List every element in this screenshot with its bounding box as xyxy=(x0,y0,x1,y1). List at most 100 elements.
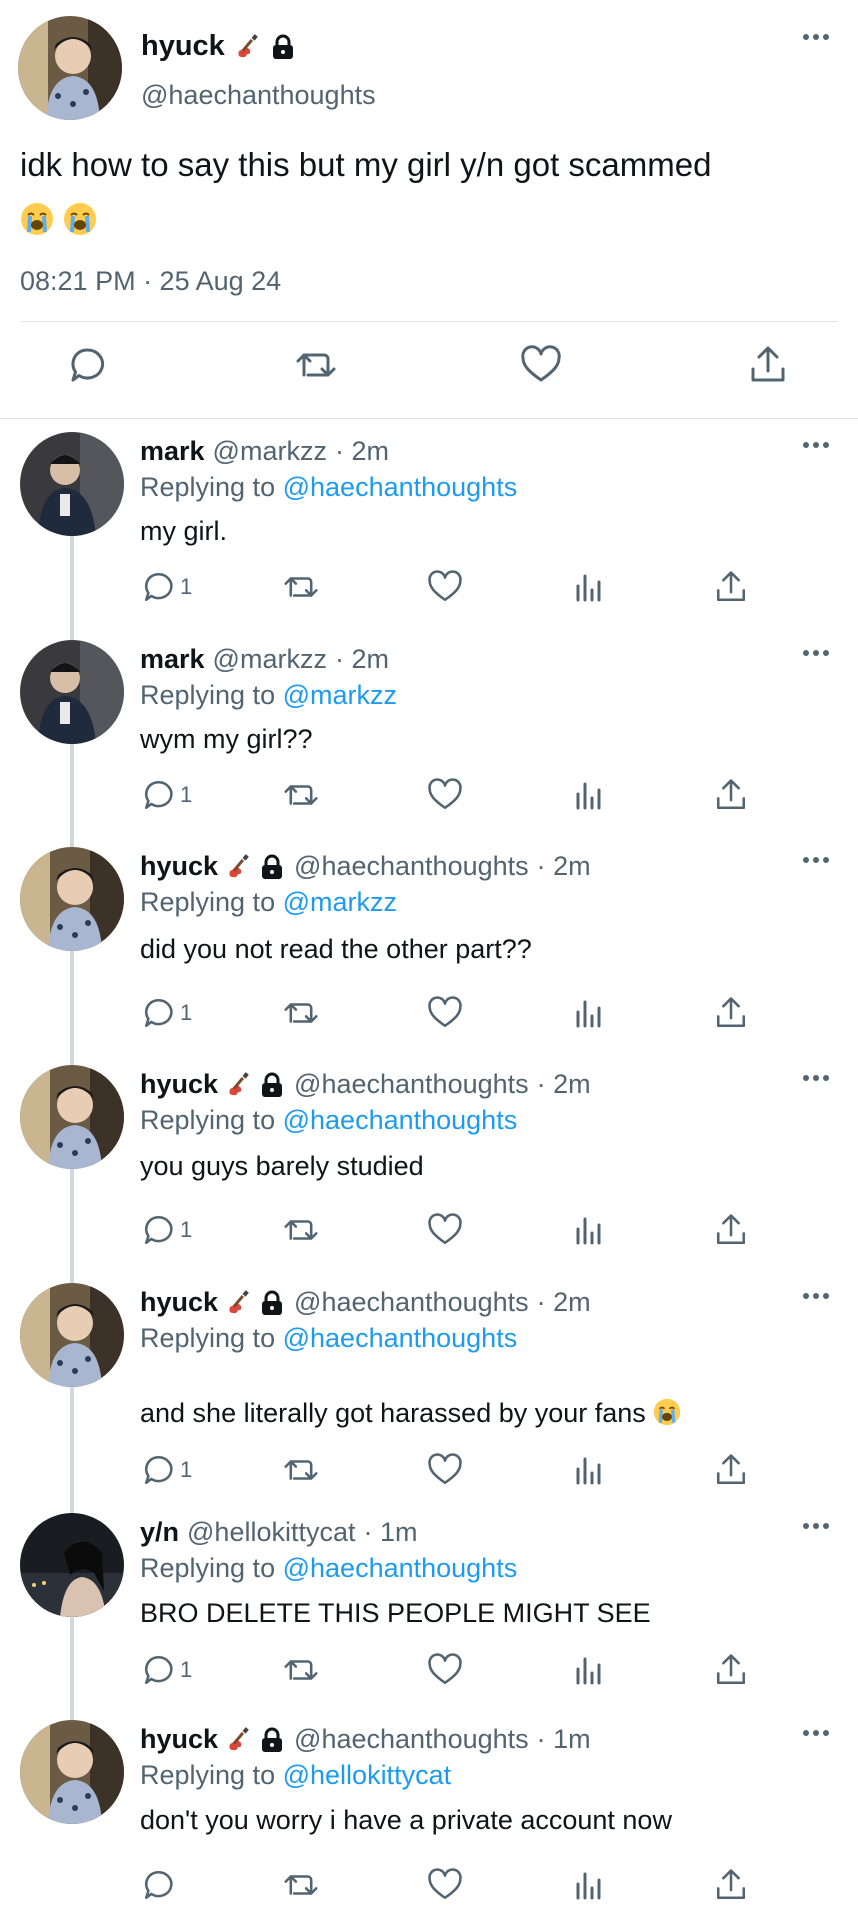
views-icon[interactable] xyxy=(572,1866,604,1904)
views-icon[interactable] xyxy=(572,1211,604,1249)
like-icon[interactable] xyxy=(427,1211,463,1249)
more-options-icon[interactable] xyxy=(802,851,830,869)
like-icon[interactable] xyxy=(427,1651,463,1689)
reply-time[interactable]: · 1m xyxy=(537,1724,591,1755)
reply-time[interactable]: · 2m xyxy=(335,436,389,467)
reply-actions: 1 xyxy=(0,1211,858,1251)
replying-to-mention[interactable]: @haechanthoughts xyxy=(283,472,518,502)
tweet-timestamp[interactable]: 08:21 PM · 25 Aug 24 xyxy=(20,266,281,297)
tweet-text-content: idk how to say this but my girl y/n got … xyxy=(20,146,712,183)
author-name[interactable]: hyuck xyxy=(141,30,297,63)
author-badges xyxy=(224,1071,286,1099)
retweet-icon[interactable] xyxy=(282,568,320,606)
author-handle[interactable]: @haechanthoughts xyxy=(294,1724,529,1755)
author-handle[interactable]: @haechanthoughts xyxy=(294,1069,529,1100)
more-options-icon[interactable] xyxy=(802,1724,830,1742)
author-badges xyxy=(224,1289,286,1317)
avatar[interactable] xyxy=(20,1065,124,1169)
retweet-icon[interactable] xyxy=(282,1866,320,1904)
share-icon[interactable] xyxy=(714,1651,748,1689)
more-options-icon[interactable] xyxy=(802,1287,830,1305)
retweet-icon[interactable] xyxy=(294,345,340,391)
author-name[interactable]: hyuck xyxy=(140,1287,218,1318)
views-icon[interactable] xyxy=(572,1451,604,1489)
avatar[interactable] xyxy=(20,432,124,536)
avatar[interactable] xyxy=(20,1513,124,1617)
retweet-icon[interactable] xyxy=(282,776,320,814)
author-handle[interactable]: @haechanthoughts xyxy=(294,851,529,882)
author-handle[interactable]: @haechanthoughts xyxy=(294,1287,529,1318)
like-icon[interactable] xyxy=(427,1451,463,1489)
share-icon[interactable] xyxy=(714,1451,748,1489)
author-handle[interactable]: @markzz xyxy=(213,436,327,467)
more-options-icon[interactable] xyxy=(802,1517,830,1535)
reply-time[interactable]: · 2m xyxy=(335,644,389,675)
share-icon[interactable] xyxy=(714,568,748,606)
reply-icon[interactable]: 1 xyxy=(142,994,192,1032)
replying-to-mention[interactable]: @haechanthoughts xyxy=(283,1323,518,1353)
author-name[interactable]: hyuck xyxy=(140,1069,218,1100)
reply-icon[interactable]: 1 xyxy=(142,776,192,814)
reply-text-content: wym my girl?? xyxy=(140,724,313,754)
reply-icon[interactable] xyxy=(68,345,114,391)
reply-icon[interactable]: 1 xyxy=(142,1651,192,1689)
avatar[interactable] xyxy=(20,1720,124,1824)
views-icon[interactable] xyxy=(572,776,604,814)
avatar[interactable] xyxy=(18,16,122,120)
reply-icon[interactable]: 1 xyxy=(142,1211,192,1249)
replying-to-mention[interactable]: @markzz xyxy=(283,680,397,710)
like-icon[interactable] xyxy=(520,345,566,391)
share-icon[interactable] xyxy=(714,776,748,814)
reply-time[interactable]: · 2m xyxy=(537,851,591,882)
author-handle[interactable]: @hellokittycat xyxy=(187,1517,355,1548)
replying-to-mention[interactable]: @haechanthoughts xyxy=(283,1105,518,1135)
reply-icon[interactable]: 1 xyxy=(142,568,192,606)
more-options-icon[interactable] xyxy=(802,644,830,662)
author-handle[interactable]: @haechanthoughts xyxy=(141,80,376,111)
retweet-icon[interactable] xyxy=(282,1651,320,1689)
avatar[interactable] xyxy=(20,1283,124,1387)
retweet-icon[interactable] xyxy=(282,1211,320,1249)
reply-text: you guys barely studied xyxy=(140,1151,424,1182)
reply-count: 1 xyxy=(180,782,193,807)
views-icon[interactable] xyxy=(572,1651,604,1689)
like-icon[interactable] xyxy=(427,568,463,606)
author-name[interactable]: hyuck xyxy=(140,1724,218,1755)
reply-header: hyuck @haechanthoughts · 2m xyxy=(140,1287,591,1318)
share-icon[interactable] xyxy=(714,1866,748,1904)
author-handle[interactable]: @markzz xyxy=(213,644,327,675)
more-options-icon[interactable] xyxy=(802,436,830,454)
more-options-icon[interactable] xyxy=(802,1069,830,1087)
replying-to-label: Replying to xyxy=(140,472,276,502)
reply-icon[interactable] xyxy=(142,1866,180,1904)
guitar-icon xyxy=(233,33,261,61)
author-name[interactable]: hyuck xyxy=(140,851,218,882)
reply-time[interactable]: · 1m xyxy=(364,1517,418,1548)
share-icon[interactable] xyxy=(714,1211,748,1249)
retweet-icon[interactable] xyxy=(282,994,320,1032)
reply-count: 1 xyxy=(180,1000,193,1025)
replying-to-mention[interactable]: @hellokittycat xyxy=(283,1760,451,1790)
author-name[interactable]: y/n xyxy=(140,1517,179,1548)
like-icon[interactable] xyxy=(427,994,463,1032)
replying-to: Replying to @markzz xyxy=(140,680,397,711)
views-icon[interactable] xyxy=(572,994,604,1032)
avatar[interactable] xyxy=(20,847,124,951)
like-icon[interactable] xyxy=(427,776,463,814)
reply-icon[interactable]: 1 xyxy=(142,1451,192,1489)
like-icon[interactable] xyxy=(427,1866,463,1904)
avatar[interactable] xyxy=(20,640,124,744)
reply-time[interactable]: · 2m xyxy=(537,1287,591,1318)
replying-to-mention[interactable]: @haechanthoughts xyxy=(283,1553,518,1583)
share-icon[interactable] xyxy=(748,345,794,391)
more-options-icon[interactable] xyxy=(802,28,830,46)
reply-time[interactable]: · 2m xyxy=(537,1069,591,1100)
replying-to-mention[interactable]: @markzz xyxy=(283,887,397,917)
author-name[interactable]: mark xyxy=(140,644,205,675)
share-icon[interactable] xyxy=(714,994,748,1032)
reply-header: hyuck @haechanthoughts · 2m xyxy=(140,851,591,882)
replying-to: Replying to @hellokittycat xyxy=(140,1760,451,1791)
views-icon[interactable] xyxy=(572,568,604,606)
author-name[interactable]: mark xyxy=(140,436,205,467)
retweet-icon[interactable] xyxy=(282,1451,320,1489)
